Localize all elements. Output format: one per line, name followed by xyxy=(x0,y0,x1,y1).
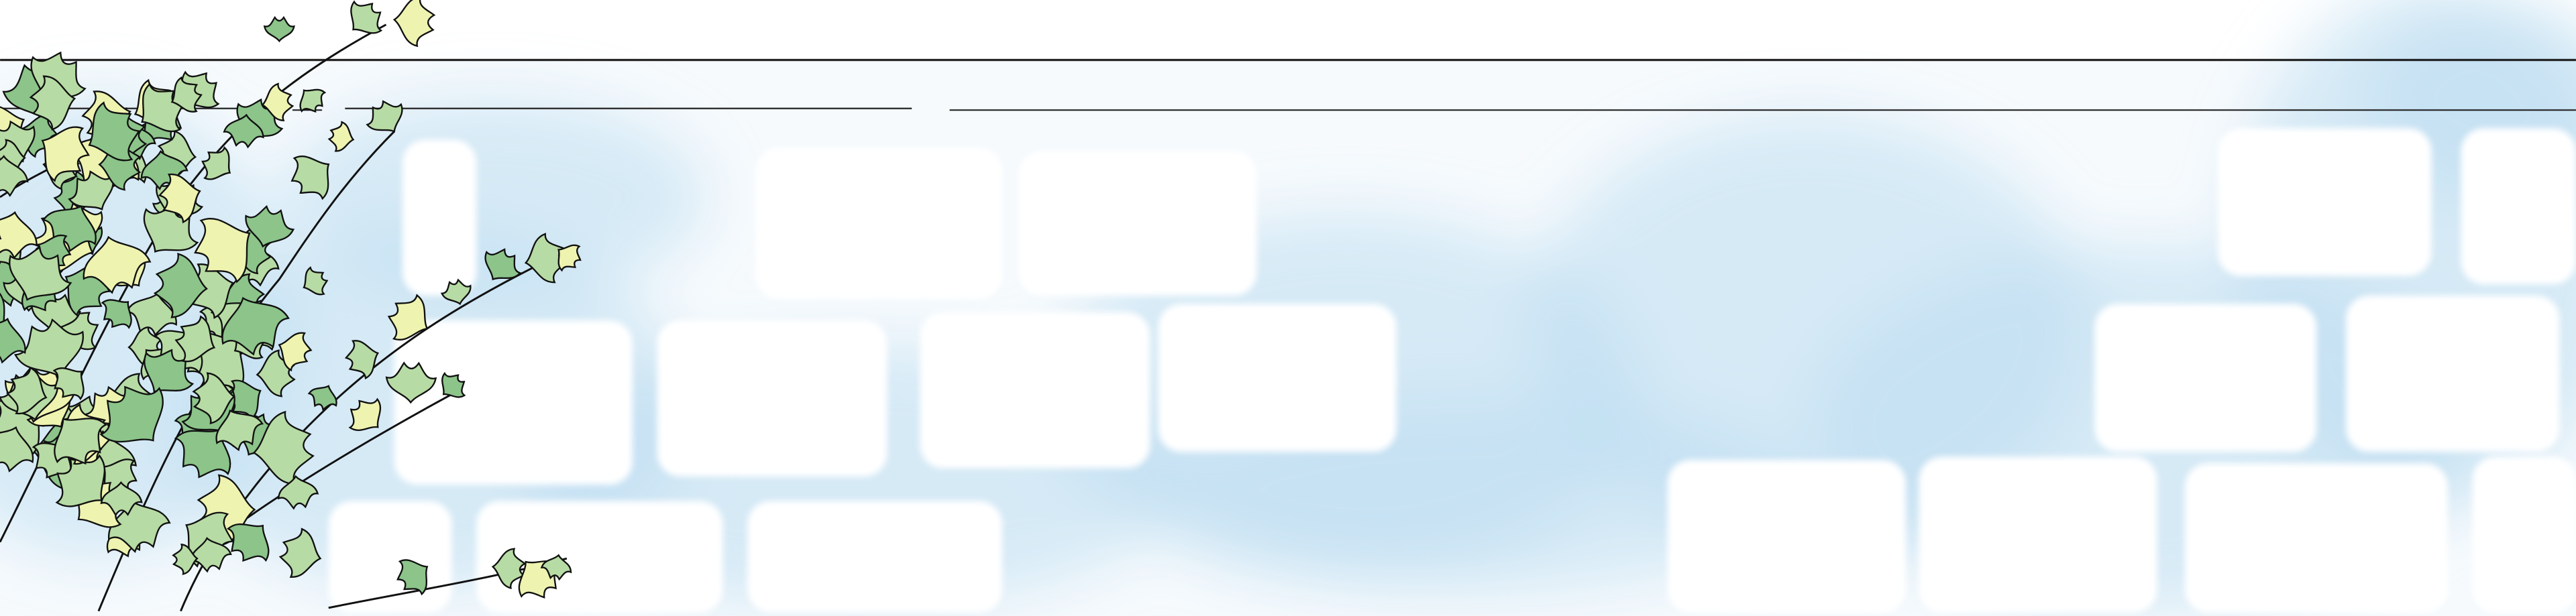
brick xyxy=(394,320,633,485)
brick xyxy=(1667,460,1906,613)
brick xyxy=(2218,128,2432,276)
brick xyxy=(2185,463,2448,613)
brick xyxy=(402,139,477,296)
brick xyxy=(920,312,1150,469)
ivy-leaf xyxy=(263,15,295,43)
brick xyxy=(755,147,1002,300)
brick xyxy=(2346,296,2560,452)
ivy-leaf xyxy=(392,0,436,48)
brick xyxy=(2094,304,2317,452)
brick xyxy=(2472,456,2576,613)
brick xyxy=(657,320,888,477)
brick xyxy=(1919,456,2157,613)
brick xyxy=(1158,304,1397,452)
brick xyxy=(1018,151,1257,296)
ivy-brick-wall-banner xyxy=(0,0,2576,616)
brick xyxy=(2461,128,2576,284)
brick xyxy=(747,501,1002,613)
